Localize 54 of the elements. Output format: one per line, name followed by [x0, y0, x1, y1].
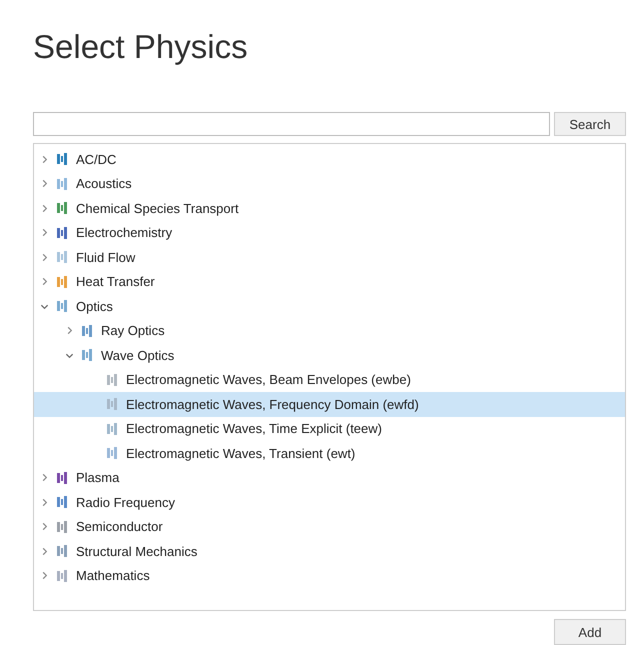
tree-item[interactable]: Chemical Species Transport — [34, 196, 625, 220]
tree-item-label: Electromagnetic Waves, Transient (ewt) — [126, 446, 356, 461]
tree-item-label: Radio Frequency — [76, 494, 175, 510]
tree-item-label: Mathematics — [76, 568, 150, 584]
tree-item-label: Ray Optics — [101, 323, 165, 338]
chevron-right-icon[interactable] — [40, 228, 49, 238]
tree-item[interactable]: Ray Optics — [34, 318, 625, 343]
chevron-down-icon[interactable] — [40, 302, 49, 311]
chevron-right-icon[interactable] — [65, 326, 74, 336]
tree-item-label: Semiconductor — [76, 519, 163, 534]
chevron-right-icon[interactable] — [40, 277, 49, 286]
tree-item[interactable]: Wave Optics — [34, 343, 625, 368]
add-button[interactable]: Add — [554, 619, 626, 645]
tree-item-label: Structural Mechanics — [76, 544, 198, 559]
search-field[interactable] — [33, 112, 550, 136]
chevron-right-icon[interactable] — [40, 571, 49, 580]
tree-item[interactable]: AC/DC — [34, 147, 625, 172]
tree-item[interactable]: Acoustics — [34, 172, 625, 196]
tree-item[interactable]: Electromagnetic Waves, Time Explicit (teew) — [34, 416, 625, 441]
chevron-right-icon[interactable] — [40, 154, 49, 164]
tree-item-label: Heat Transfer — [76, 274, 155, 290]
tree-item-label: Electromagnetic Waves, Frequency Domain (ewfd) — [126, 396, 419, 412]
chevron-right-icon[interactable] — [40, 498, 49, 507]
tree-item-label: Electromagnetic Waves, Beam Envelopes (ewbe) — [126, 372, 411, 388]
tree-item[interactable]: Electromagnetic Waves, Beam Envelopes (ewbe) — [34, 368, 625, 392]
chevron-down-icon[interactable] — [65, 350, 74, 360]
tree-item-label: Chemical Species Transport — [76, 200, 239, 216]
chevron-right-icon[interactable] — [40, 179, 49, 188]
tree-item[interactable]: Heat Transfer — [34, 270, 625, 294]
tree-item-label: Wave Optics — [101, 348, 174, 363]
search-button[interactable]: Search — [554, 112, 626, 136]
tree-item[interactable]: Electromagnetic Waves, Transient (ewt) — [34, 441, 625, 466]
chevron-right-icon[interactable] — [40, 252, 49, 262]
tree-item-label: Electrochemistry — [76, 225, 172, 240]
tree-item-label: AC/DC — [76, 152, 116, 167]
tree-item[interactable]: Mathematics — [34, 564, 625, 588]
tree-item[interactable]: Fluid Flow — [34, 245, 625, 270]
tree-item[interactable]: Optics — [34, 294, 625, 318]
tree-item-label: Fluid Flow — [76, 250, 136, 265]
chevron-right-icon[interactable] — [40, 522, 49, 532]
chevron-right-icon[interactable] — [40, 546, 49, 556]
tree-item[interactable]: Electrochemistry — [34, 220, 625, 245]
chevron-right-icon[interactable] — [40, 473, 49, 482]
tree-item[interactable]: Plasma — [34, 466, 625, 490]
dialog-title: Select Physics — [33, 27, 249, 67]
tree-item-label: Electromagnetic Waves, Time Explicit (teew) — [126, 421, 382, 436]
tree-item[interactable]: Radio Frequency — [34, 490, 625, 514]
tree-item[interactable]: Electromagnetic Waves, Frequency Domain (ewfd) — [34, 392, 625, 416]
tree-item-label: Acoustics — [76, 176, 132, 192]
tree-item[interactable]: Structural Mechanics — [34, 539, 625, 564]
tree-item[interactable]: Semiconductor — [34, 514, 625, 539]
tree-item-label: Plasma — [76, 470, 120, 486]
tree-item-label: Optics — [76, 298, 113, 314]
chevron-right-icon[interactable] — [40, 204, 49, 213]
